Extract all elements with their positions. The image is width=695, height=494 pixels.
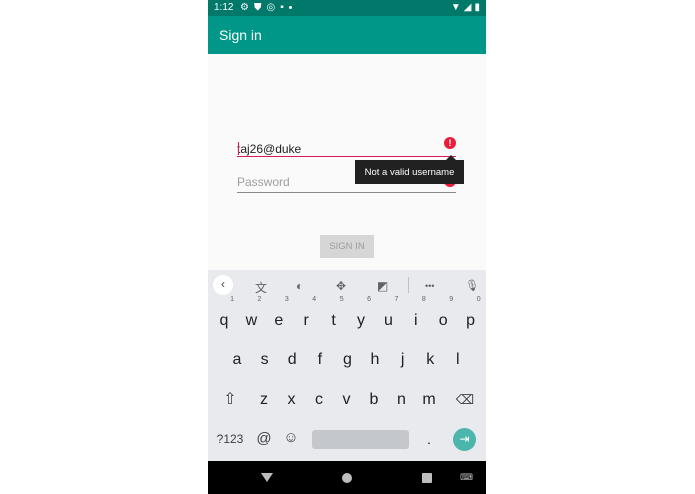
username-value: taj26@duke (237, 142, 302, 156)
navigation-bar: ⌨ (208, 461, 486, 494)
signal-icon: ◢ (463, 2, 472, 13)
key-z[interactable]: z (252, 385, 276, 415)
key-o[interactable]: o9 (431, 296, 455, 336)
key-hint-2: 2 (257, 296, 262, 303)
key-p[interactable]: p0 (459, 296, 483, 336)
shift-key[interactable]: ⇧ (218, 385, 242, 415)
key-s[interactable]: s (253, 345, 277, 375)
status-notification-icons: ⚙ ⛊ ◎ ▪ (240, 2, 292, 13)
key-t[interactable]: t5 (322, 296, 346, 336)
key-r[interactable]: r4 (294, 296, 318, 336)
space-key[interactable] (312, 430, 409, 449)
mic-off-icon[interactable]: 🎙 (465, 279, 479, 292)
shield-icon: ⛊ (253, 2, 262, 13)
key-i[interactable]: i8 (404, 296, 428, 336)
status-time: 1:12 (214, 2, 234, 13)
text-cursor (238, 142, 239, 155)
key-d[interactable]: d (280, 345, 304, 375)
key-g[interactable]: g (335, 345, 359, 375)
cursor-move-icon[interactable]: ✥ (336, 279, 346, 293)
key-f[interactable]: f (308, 345, 332, 375)
key-v[interactable]: v (335, 385, 359, 415)
username-field[interactable]: taj26@duke (237, 136, 456, 157)
key-hint-0: 0 (476, 296, 481, 303)
keyboard-back-icon[interactable]: ‹ (213, 275, 233, 295)
theme-palette-icon[interactable]: ◐ (296, 279, 303, 293)
period-key[interactable]: . (417, 424, 441, 454)
key-l[interactable]: l (446, 345, 470, 375)
backspace-key[interactable]: ⌫ (451, 385, 479, 415)
error-tooltip: Not a valid username (355, 160, 464, 184)
nav-back-icon[interactable] (261, 473, 273, 482)
clipboard-icon[interactable]: ◩ (377, 279, 388, 293)
battery-icon: ▮ (474, 2, 480, 13)
key-y[interactable]: y6 (349, 296, 373, 336)
more-options-icon[interactable]: ••• (425, 281, 434, 291)
phone-screen: 1:12 ⚙ ⛊ ◎ ▪ ▼ ◢ ▮ Sign in taj26@duke ! … (208, 0, 486, 494)
toolbar-divider (408, 277, 409, 293)
key-a[interactable]: a (225, 345, 249, 375)
soft-keyboard: ‹ 文 ◐ ✥ ◩ ••• 🎙 q1w2e3r4t5y6u7i8o9p0 asd… (208, 270, 486, 461)
key-hint-4: 4 (312, 296, 317, 303)
key-c[interactable]: c (307, 385, 331, 415)
key-q[interactable]: q1 (212, 296, 236, 336)
nav-recents-icon[interactable] (422, 473, 432, 483)
translate-icon[interactable]: 文 (255, 279, 267, 296)
page-title: Sign in (219, 27, 262, 43)
sign-in-button[interactable]: SIGN IN (320, 235, 374, 258)
key-x[interactable]: x (280, 385, 304, 415)
key-e[interactable]: e3 (267, 296, 291, 336)
username-error-icon: ! (444, 137, 456, 149)
key-k[interactable]: k (418, 345, 442, 375)
key-m[interactable]: m (417, 385, 441, 415)
key-n[interactable]: n (390, 385, 414, 415)
key-hint-3: 3 (284, 296, 289, 303)
error-tooltip-text: Not a valid username (364, 166, 455, 178)
key-w[interactable]: w2 (239, 296, 263, 336)
at-key[interactable]: @ (252, 424, 276, 454)
key-hint-5: 5 (339, 296, 344, 303)
status-bar: 1:12 ⚙ ⛊ ◎ ▪ ▼ ◢ ▮ (208, 0, 486, 16)
key-j[interactable]: j (391, 345, 415, 375)
key-h[interactable]: h (363, 345, 387, 375)
keyboard-toolbar: ‹ 文 ◐ ✥ ◩ ••• 🎙 (208, 270, 486, 302)
key-u[interactable]: u7 (376, 296, 400, 336)
emoji-icon[interactable]: ☺ (279, 423, 303, 453)
key-hint-7: 7 (394, 296, 399, 303)
symbols-key[interactable]: ?123 (214, 424, 246, 454)
key-hint-8: 8 (421, 296, 426, 303)
key-hint-6: 6 (367, 296, 371, 303)
key-hint-9: 9 (449, 296, 454, 303)
sync-icon: ◎ (266, 2, 276, 13)
status-system-icons: ▼ ◢ ▮ (451, 2, 480, 13)
app-bar: Sign in (208, 16, 486, 54)
more-notifications-icon (288, 6, 292, 9)
settings-icon: ⚙ (240, 2, 249, 13)
wifi-icon: ▼ (450, 2, 461, 13)
password-placeholder: Password (237, 175, 290, 189)
nav-home-icon[interactable] (342, 473, 352, 483)
keyboard-switch-icon[interactable]: ⌨ (460, 472, 473, 483)
enter-key[interactable]: ⇥ (453, 428, 476, 451)
key-hint-1: 1 (230, 296, 234, 303)
key-b[interactable]: b (362, 385, 386, 415)
sd-card-icon: ▪ (280, 2, 284, 13)
